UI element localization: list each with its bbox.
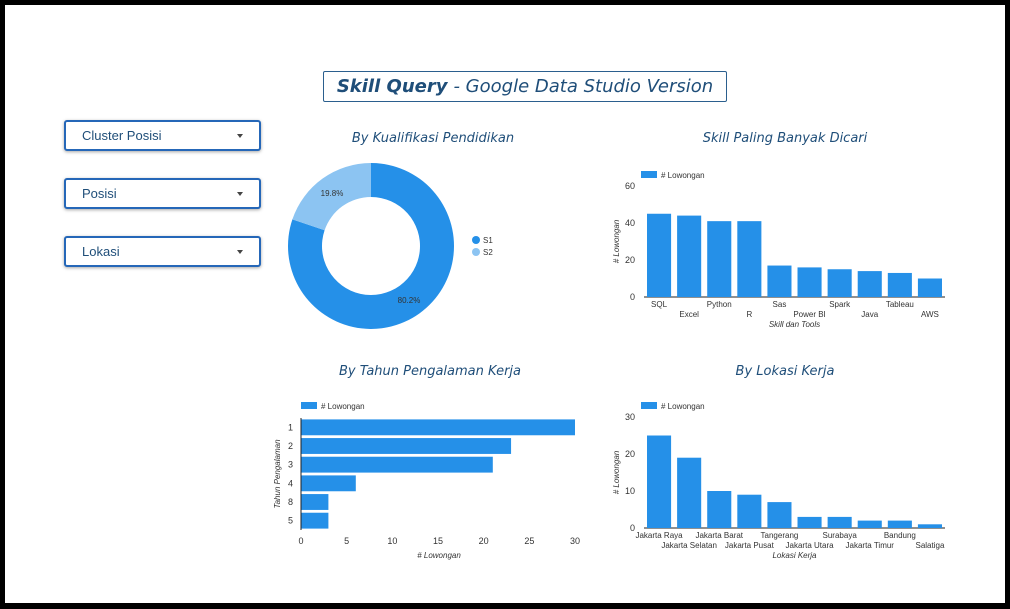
lokasi-chart-bar xyxy=(677,457,702,528)
pengalaman-chart-x-tick: 0 xyxy=(298,536,303,546)
lokasi-chart-y-tick: 10 xyxy=(625,486,635,496)
skill-chart-x-tick: SQL xyxy=(651,300,668,309)
skill-chart-x-tick: R xyxy=(746,310,752,319)
donut-chart-title: By Kualifikasi Pendidikan xyxy=(352,131,514,146)
dashboard-canvas: Skill Query - Google Data Studio Version… xyxy=(5,5,1005,603)
lokasi-chart-legend-label: # Lowongan xyxy=(661,402,705,411)
lokasi-chart-x-axis-label: Lokasi Kerja xyxy=(772,551,817,560)
lokasi-chart-legend-swatch xyxy=(641,402,657,409)
skill-chart-x-tick: Python xyxy=(707,300,732,309)
pengalaman-chart-y-tick: 3 xyxy=(288,460,293,470)
donut-value-label: 80.2% xyxy=(398,296,421,305)
skill-chart-bar xyxy=(917,278,942,297)
pengalaman-chart-x-tick: 25 xyxy=(524,536,534,546)
lokasi-chart-x-tick: Surabaya xyxy=(823,531,858,540)
pengalaman-chart-x-axis-label: # Lowongan xyxy=(417,551,461,560)
skill-chart-x-tick: Java xyxy=(861,310,878,319)
donut-value-label: 19.8% xyxy=(321,189,344,198)
skill-chart-title: Skill Paling Banyak Dicari xyxy=(703,131,868,146)
skill-chart-x-axis-label: Skill dan Tools xyxy=(769,320,820,329)
lokasi-chart-x-tick: Salatiga xyxy=(915,541,944,550)
lokasi-chart-bar xyxy=(827,516,852,528)
lokasi-chart-x-tick: Bandung xyxy=(884,531,916,540)
lokasi-chart-bar xyxy=(857,520,882,528)
pengalaman-chart-bar xyxy=(301,475,356,492)
skill-chart-bar xyxy=(707,221,732,297)
pengalaman-chart-x-tick: 20 xyxy=(479,536,489,546)
skill-chart-bar xyxy=(827,269,852,297)
charts-layer: By Kualifikasi Pendidikan 80.2% 19.8% S1 S2 S… xyxy=(273,131,945,560)
pengalaman-chart-legend-label: # Lowongan xyxy=(321,402,365,411)
pengalaman-chart-y-tick: 5 xyxy=(288,516,293,526)
pengalaman-chart-x-tick: 5 xyxy=(344,536,349,546)
skill-chart-x-tick: Tableau xyxy=(886,300,914,309)
pengalaman-chart-x-tick: 30 xyxy=(570,536,580,546)
lokasi-chart-x-tick: Jakarta Raya xyxy=(635,531,683,540)
lokasi-chart-y-axis-label: # Lowongan xyxy=(612,450,621,494)
skill-chart-legend-label: # Lowongan xyxy=(661,171,705,180)
lokasi-chart-x-tick: Jakarta Timur xyxy=(846,541,895,550)
pengalaman-chart-y-axis-label: Tahun Pengalaman xyxy=(273,439,282,509)
skill-chart-x-tick: Sas xyxy=(773,300,787,309)
lokasi-chart-bar xyxy=(767,502,792,528)
pengalaman-chart-y-tick: 4 xyxy=(288,478,293,488)
donut-legend-dot xyxy=(472,248,480,256)
donut-legend-dot xyxy=(472,236,480,244)
skill-chart-bar xyxy=(737,221,762,297)
skill-chart-bar xyxy=(857,271,882,297)
pengalaman-chart-bar xyxy=(301,494,329,510)
skill-chart-legend-swatch xyxy=(641,171,657,178)
lokasi-chart-x-tick: Tangerang xyxy=(761,531,799,540)
lokasi-chart-x-tick: Jakarta Utara xyxy=(786,541,835,550)
donut-legend-label: S1 xyxy=(483,236,493,245)
lokasi-chart-bar xyxy=(917,524,942,528)
skill-chart-x-tick: Excel xyxy=(679,310,699,319)
lokasi-chart-title: By Lokasi Kerja xyxy=(736,364,835,379)
pengalaman-chart-bar xyxy=(301,512,329,529)
lokasi-chart-bar xyxy=(797,516,822,528)
lokasi-chart-x-tick: Jakarta Pusat xyxy=(725,541,775,550)
skill-chart-bar xyxy=(647,213,672,297)
skill-chart-y-tick: 20 xyxy=(625,255,635,265)
lokasi-chart-bar xyxy=(737,494,762,528)
pengalaman-chart-x-tick: 15 xyxy=(433,536,443,546)
skill-chart-bar xyxy=(887,272,912,297)
lokasi-chart-y-tick: 0 xyxy=(630,523,635,533)
skill-chart-x-tick: Power BI xyxy=(793,310,825,319)
lokasi-chart-bar xyxy=(647,435,672,528)
skill-chart-bar xyxy=(677,215,702,297)
lokasi-chart-bar xyxy=(707,491,732,528)
skill-chart-bar xyxy=(797,267,822,297)
skill-chart-y-axis-label: # Lowongan xyxy=(612,219,621,263)
lokasi-chart-x-tick: Jakarta Selatan xyxy=(661,541,717,550)
skill-chart-bar xyxy=(767,265,792,297)
skill-chart-y-tick: 60 xyxy=(625,181,635,191)
pengalaman-chart-bar xyxy=(301,438,512,454)
lokasi-chart-y-tick: 20 xyxy=(625,449,635,459)
pengalaman-chart-y-tick: 2 xyxy=(288,441,293,451)
pengalaman-chart-title: By Tahun Pengalaman Kerja xyxy=(339,364,521,379)
pengalaman-chart-y-tick: 1 xyxy=(288,422,293,432)
lokasi-chart-x-tick: Jakarta Barat xyxy=(695,531,743,540)
pengalaman-chart-legend-swatch xyxy=(301,402,317,409)
skill-chart-x-tick: Spark xyxy=(829,300,851,309)
skill-chart-y-tick: 0 xyxy=(630,292,635,302)
pengalaman-chart-bar xyxy=(301,419,575,436)
skill-chart-y-tick: 40 xyxy=(625,218,635,228)
pengalaman-chart-x-tick: 10 xyxy=(387,536,397,546)
lokasi-chart-bar xyxy=(887,520,912,528)
pengalaman-chart-y-tick: 8 xyxy=(288,497,293,507)
pengalaman-chart-bar xyxy=(301,456,493,473)
lokasi-chart-y-tick: 30 xyxy=(625,412,635,422)
donut-legend-label: S2 xyxy=(483,248,493,257)
skill-chart-x-tick: AWS xyxy=(921,310,939,319)
